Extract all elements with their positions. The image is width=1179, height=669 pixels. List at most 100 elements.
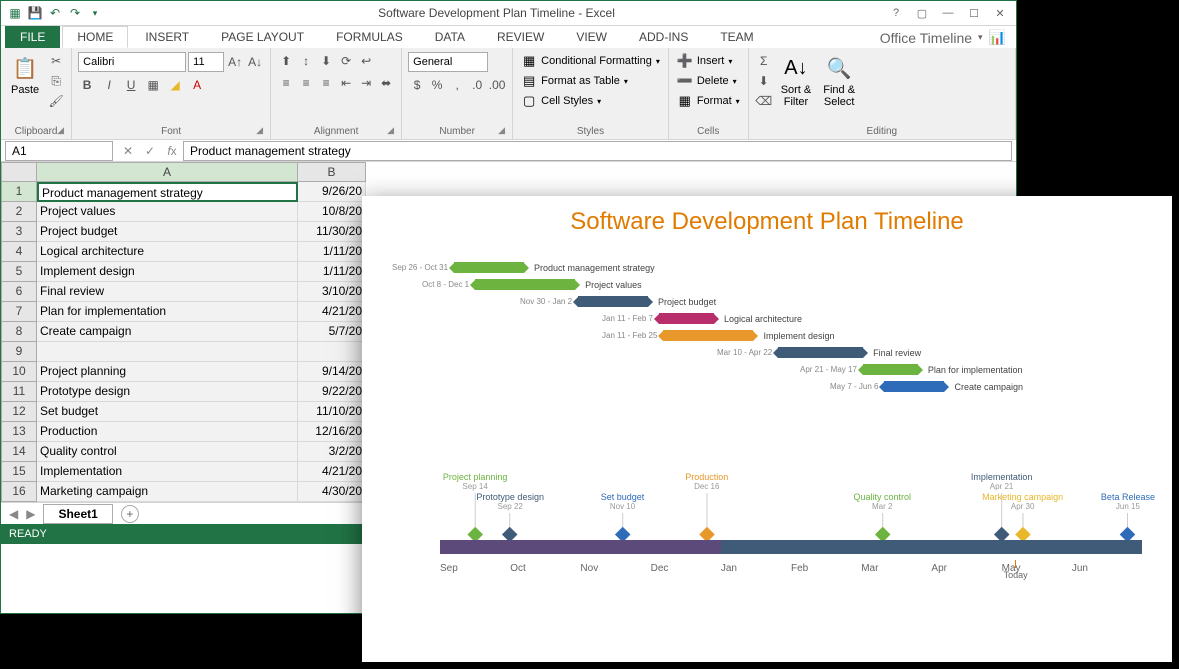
font-color-button[interactable]: A <box>188 76 206 94</box>
row-header[interactable]: 13 <box>1 422 37 442</box>
cell-styles-button[interactable]: ▢Cell Styles▾ <box>519 92 662 110</box>
cell[interactable]: 11/10/20 <box>298 402 366 422</box>
insert-function-button[interactable]: fx <box>161 141 183 161</box>
tab-file[interactable]: FILE <box>5 26 60 48</box>
shrink-font-button[interactable]: A↓ <box>246 53 264 71</box>
cell[interactable]: 1/11/20 <box>298 262 366 282</box>
formula-input[interactable] <box>183 141 1012 161</box>
font-size-input[interactable] <box>188 52 224 72</box>
tab-view[interactable]: VIEW <box>561 26 622 48</box>
close-icon[interactable]: ✕ <box>988 4 1012 22</box>
insert-cells-button[interactable]: ➕Insert▾ <box>675 52 742 70</box>
cell[interactable]: Product management strategy <box>37 182 298 202</box>
align-top-button[interactable]: ⬆ <box>277 52 295 70</box>
increase-indent-button[interactable]: ⇥ <box>357 74 375 92</box>
cell[interactable]: 4/21/20 <box>298 462 366 482</box>
cell[interactable] <box>37 342 298 362</box>
undo-icon[interactable]: ↶ <box>47 5 63 21</box>
cell[interactable]: 4/21/20 <box>298 302 366 322</box>
orientation-button[interactable]: ⟳ <box>337 52 355 70</box>
tab-home[interactable]: HOME <box>62 26 128 48</box>
italic-button[interactable]: I <box>100 76 118 94</box>
cell[interactable]: 1/11/20 <box>298 242 366 262</box>
percent-button[interactable]: % <box>428 76 446 94</box>
clipboard-launcher[interactable]: ◢ <box>57 125 69 137</box>
decrease-decimal-button[interactable]: .00 <box>488 76 506 94</box>
number-format-select[interactable] <box>408 52 488 72</box>
align-left-button[interactable]: ≡ <box>277 74 295 92</box>
cell[interactable]: Plan for implementation <box>37 302 298 322</box>
cell[interactable]: Implementation <box>37 462 298 482</box>
cell[interactable]: Quality control <box>37 442 298 462</box>
row-header[interactable]: 15 <box>1 462 37 482</box>
row-header[interactable]: 6 <box>1 282 37 302</box>
redo-icon[interactable]: ↷ <box>67 5 83 21</box>
sheet-nav-next[interactable]: ▶ <box>26 507 35 521</box>
cell[interactable]: Set budget <box>37 402 298 422</box>
cell[interactable]: Project planning <box>37 362 298 382</box>
cell[interactable]: 9/22/20 <box>298 382 366 402</box>
col-header-a[interactable]: A <box>37 162 298 182</box>
sheet-nav-prev[interactable]: ◀ <box>9 507 18 521</box>
cell[interactable]: Prototype design <box>37 382 298 402</box>
wrap-text-button[interactable]: ↩ <box>357 52 375 70</box>
cell[interactable]: Implement design <box>37 262 298 282</box>
tab-data[interactable]: DATA <box>420 26 480 48</box>
sheet-tab-1[interactable]: Sheet1 <box>43 504 112 524</box>
row-header[interactable]: 14 <box>1 442 37 462</box>
cell[interactable] <box>298 342 366 362</box>
col-header-b[interactable]: B <box>298 162 366 182</box>
cell[interactable]: 12/16/20 <box>298 422 366 442</box>
row-header[interactable]: 16 <box>1 482 37 502</box>
tab-office-timeline[interactable]: Office Timeline ▾ 📊 <box>870 27 1016 48</box>
cell[interactable]: Production <box>37 422 298 442</box>
ribbon-options-icon[interactable]: ▢ <box>910 4 934 22</box>
row-header[interactable]: 12 <box>1 402 37 422</box>
cancel-formula-button[interactable]: ✕ <box>117 141 139 161</box>
row-header[interactable]: 4 <box>1 242 37 262</box>
cell[interactable]: Project values <box>37 202 298 222</box>
font-launcher[interactable]: ◢ <box>256 125 268 137</box>
fill-button[interactable]: ⬇ <box>755 72 773 90</box>
merge-button[interactable]: ⬌ <box>377 74 395 92</box>
increase-decimal-button[interactable]: .0 <box>468 76 486 94</box>
clear-button[interactable]: ⌫ <box>755 92 773 110</box>
decrease-indent-button[interactable]: ⇤ <box>337 74 355 92</box>
help-icon[interactable]: ? <box>884 4 908 22</box>
bold-button[interactable]: B <box>78 76 96 94</box>
copy-button[interactable]: ⎘ <box>47 72 65 90</box>
currency-button[interactable]: $ <box>408 76 426 94</box>
minimize-icon[interactable]: — <box>936 4 960 22</box>
tab-pagelayout[interactable]: PAGE LAYOUT <box>206 26 319 48</box>
sort-filter-button[interactable]: A↓ Sort & Filter <box>777 52 816 124</box>
row-header[interactable]: 8 <box>1 322 37 342</box>
cell[interactable]: Project budget <box>37 222 298 242</box>
tab-formulas[interactable]: FORMULAS <box>321 26 418 48</box>
cell[interactable]: Create campaign <box>37 322 298 342</box>
row-header[interactable]: 9 <box>1 342 37 362</box>
alignment-launcher[interactable]: ◢ <box>387 125 399 137</box>
name-box[interactable]: A1 <box>5 141 113 161</box>
row-header[interactable]: 3 <box>1 222 37 242</box>
fill-color-button[interactable]: ◢ <box>166 76 184 94</box>
qat-more-icon[interactable]: ▾ <box>87 5 103 21</box>
align-middle-button[interactable]: ↕ <box>297 52 315 70</box>
cell[interactable]: 5/7/20 <box>298 322 366 342</box>
row-header[interactable]: 11 <box>1 382 37 402</box>
cell[interactable]: 11/30/20 <box>298 222 366 242</box>
tab-team[interactable]: TEAM <box>705 26 768 48</box>
paste-button[interactable]: 📋 Paste <box>7 52 43 124</box>
cell[interactable]: 9/14/20 <box>298 362 366 382</box>
grow-font-button[interactable]: A↑ <box>226 53 244 71</box>
tab-insert[interactable]: INSERT <box>130 26 204 48</box>
comma-button[interactable]: , <box>448 76 466 94</box>
cell[interactable]: 3/10/20 <box>298 282 366 302</box>
add-sheet-button[interactable]: + <box>121 505 139 523</box>
tab-addins[interactable]: ADD-INS <box>624 26 703 48</box>
cell[interactable]: Logical architecture <box>37 242 298 262</box>
format-as-table-button[interactable]: ▤Format as Table▾ <box>519 72 662 90</box>
row-header[interactable]: 5 <box>1 262 37 282</box>
cell[interactable]: 9/26/20 <box>298 182 366 202</box>
tab-review[interactable]: REVIEW <box>482 26 559 48</box>
format-cells-button[interactable]: ▦Format▾ <box>675 92 742 110</box>
